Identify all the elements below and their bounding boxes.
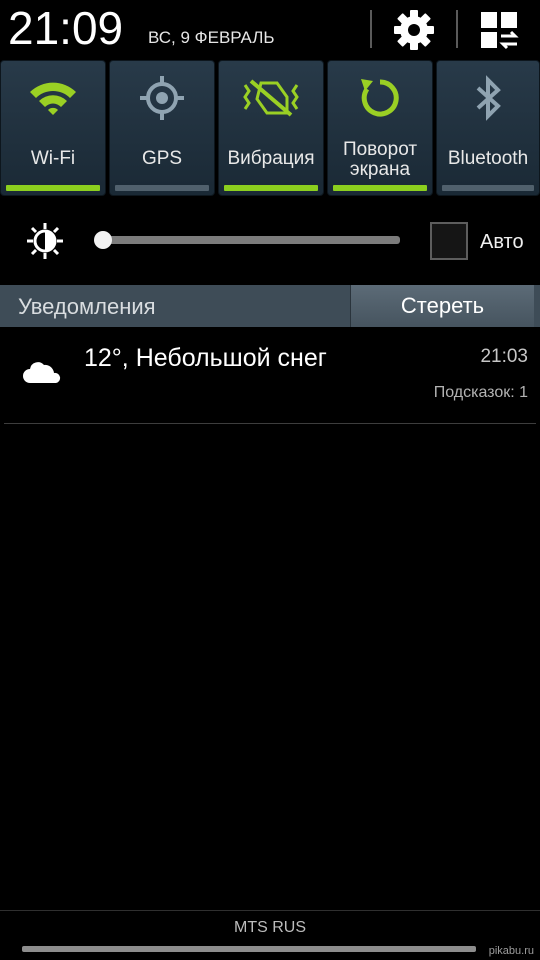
notification-time: 21:03 (480, 346, 528, 367)
cloud-icon (23, 362, 61, 383)
toggle-state-bar (6, 185, 100, 191)
status-header: 21:09 ВС, 9 ФЕВРАЛЬ (0, 0, 540, 58)
toggle-label: Вибрация (227, 148, 315, 169)
brightness-icon (27, 223, 63, 259)
vibrate-icon (219, 73, 323, 123)
header-divider (456, 10, 458, 48)
toggle-label: экрана (349, 159, 411, 180)
toggle-gps[interactable]: GPS (109, 60, 215, 196)
grid-swap-icon (481, 12, 519, 50)
notifications-header: Уведомления Стереть (0, 285, 540, 327)
clear-button[interactable]: Стереть (350, 285, 534, 327)
toggle-bluetooth[interactable]: Bluetooth (436, 60, 540, 196)
toggle-label: Bluetooth (447, 148, 529, 169)
notification-text: 12°, Небольшой снег (84, 344, 327, 372)
quick-toggles: Wi-Fi GPS Вибрация Поворот экрана Blueto… (0, 58, 540, 198)
toggle-state-bar (333, 185, 427, 191)
toggle-label: Поворот (342, 139, 418, 160)
panel-drag-handle[interactable] (22, 946, 476, 952)
brightness-slider-track[interactable] (98, 236, 400, 244)
gear-icon (394, 10, 434, 50)
toggle-wifi[interactable]: Wi-Fi (0, 60, 106, 196)
date-label: ВС, 9 ФЕВРАЛЬ (148, 28, 275, 47)
clock: 21:09 (8, 2, 124, 54)
rotate-icon (328, 73, 432, 123)
notification-item[interactable]: 12°, Небольшой снег 21:03 Подсказок: 1 (0, 327, 540, 423)
auto-brightness-checkbox[interactable] (430, 222, 468, 260)
divider (4, 423, 536, 424)
toggle-state-bar (115, 185, 209, 191)
settings-button[interactable] (385, 6, 443, 54)
notifications-title: Уведомления (18, 294, 156, 319)
toggle-label: Wi-Fi (30, 148, 76, 169)
header-divider (370, 10, 372, 48)
toggle-state-bar (224, 185, 318, 191)
carrier-label: MTS RUS (234, 919, 306, 936)
gps-icon (110, 73, 214, 123)
brightness-slider-thumb[interactable] (94, 231, 112, 249)
quick-panel-edit-button[interactable] (468, 6, 530, 54)
toggle-rotation[interactable]: Поворот экрана (327, 60, 433, 196)
toggle-label: GPS (141, 148, 183, 169)
brightness-row: Авто (0, 198, 540, 284)
wifi-icon (1, 73, 105, 123)
notification-hint: Подсказок: 1 (433, 384, 528, 401)
auto-brightness-label: Авто (480, 231, 524, 253)
toggle-vibration[interactable]: Вибрация (218, 60, 324, 196)
watermark: pikabu.ru (488, 945, 534, 957)
toggle-state-bar (442, 185, 534, 191)
bluetooth-icon (437, 73, 539, 123)
footer-divider (0, 910, 540, 911)
